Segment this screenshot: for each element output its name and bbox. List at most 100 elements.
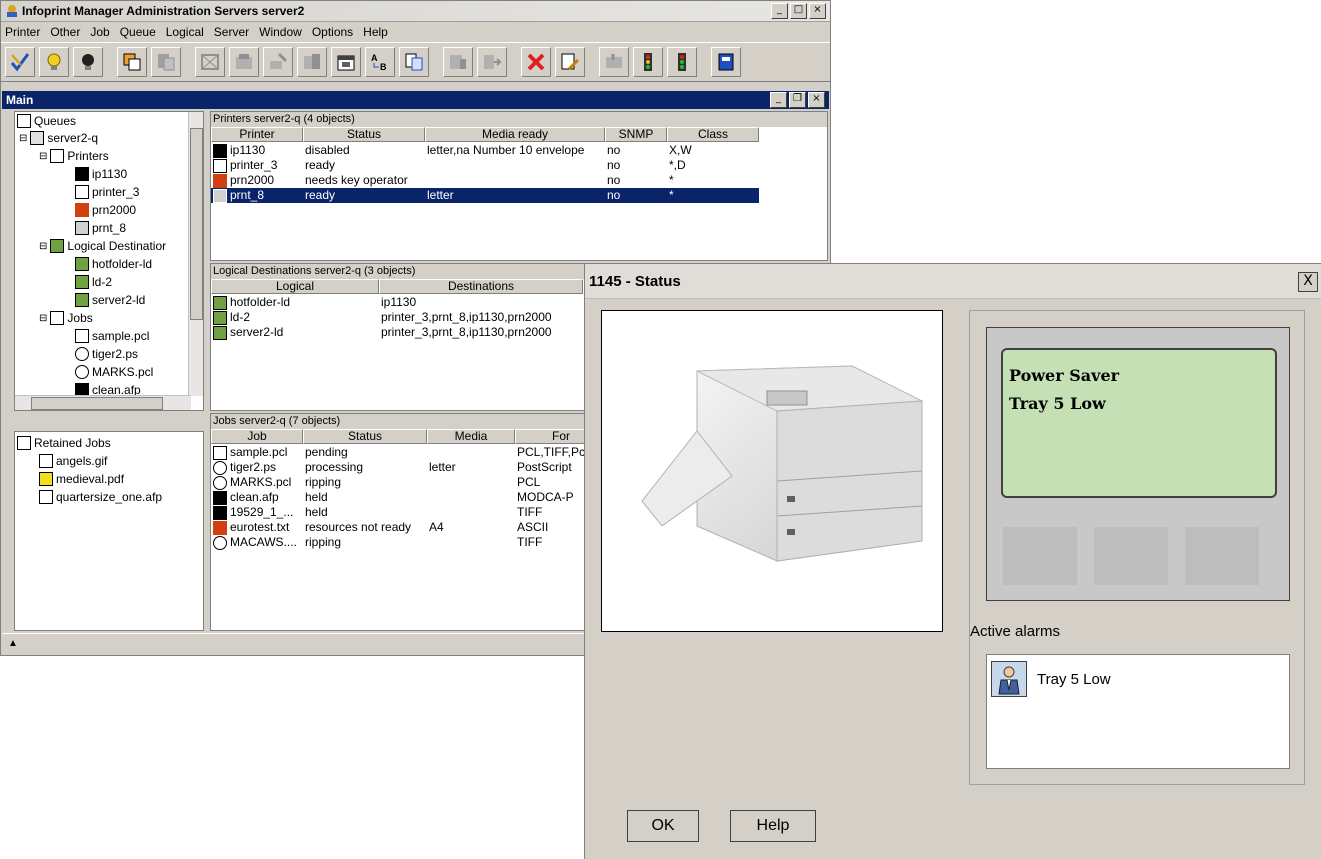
job-icon (39, 472, 53, 486)
ab-rename-icon[interactable]: AB (365, 47, 395, 77)
inner-minimize-button[interactable]: _ (770, 92, 787, 108)
traffic-light-icon[interactable] (667, 47, 697, 77)
column-header-logical[interactable]: Logical (211, 279, 379, 294)
tree-node-retained[interactable]: Retained Jobs (17, 436, 111, 450)
printers-pane: Printers server2-q (4 objects) Printer S… (210, 111, 828, 261)
tree-horizontal-scrollbar[interactable] (15, 395, 191, 410)
table-row[interactable]: MARKS.pcl ripping PCL (211, 475, 607, 490)
disabled-icon[interactable] (229, 47, 259, 77)
tree-node-printer[interactable]: prnt_8 (75, 221, 126, 235)
tree-node-printer[interactable]: prn2000 (75, 203, 136, 217)
job-processing-icon (213, 461, 227, 475)
disabled-icon[interactable] (477, 47, 507, 77)
maximize-button[interactable]: □ (790, 3, 807, 19)
help-button[interactable]: Help (730, 810, 816, 842)
delete-x-icon[interactable] (521, 47, 551, 77)
traffic-light-icon[interactable] (633, 47, 663, 77)
printer-icon (213, 159, 227, 173)
calendar-icon[interactable] (331, 47, 361, 77)
close-button[interactable]: × (809, 3, 826, 19)
tree-node-job[interactable]: tiger2.ps (75, 347, 138, 361)
column-header-class[interactable]: Class (667, 127, 759, 142)
table-row[interactable]: 19529_1_... held TIFF (211, 505, 607, 520)
menu-window[interactable]: Window (259, 25, 302, 39)
tree-node-jobs[interactable]: ⊟ Jobs (39, 311, 93, 325)
properties-icon[interactable] (555, 47, 585, 77)
disabled-icon[interactable] (263, 47, 293, 77)
tree-node-job[interactable]: MARKS.pcl (75, 365, 153, 379)
tree-node-job[interactable]: sample.pcl (75, 329, 149, 343)
column-header-printer[interactable]: Printer (211, 127, 303, 142)
menu-other[interactable]: Other (50, 25, 80, 39)
tree-node-logical-item[interactable]: ld-2 (75, 275, 112, 289)
tree-vertical-scrollbar[interactable] (188, 112, 203, 396)
panel-button[interactable] (1185, 527, 1259, 585)
tree-node-queues[interactable]: Queues (17, 114, 76, 128)
printer-illustration-icon (641, 365, 924, 562)
printers-pane-label: Printers server2-q (4 objects) (211, 112, 827, 127)
copy-icon[interactable] (117, 47, 147, 77)
panel-button[interactable] (1094, 527, 1168, 585)
menu-logical[interactable]: Logical (166, 25, 204, 39)
collapse-icon[interactable]: ⊟ (39, 241, 47, 252)
tree-node-logical-item[interactable]: hotfolder-ld (75, 257, 152, 271)
collapse-icon[interactable]: ⊟ (39, 151, 47, 162)
table-row[interactable]: prn2000 needs key operator no * (211, 173, 759, 188)
retained-job-item[interactable]: quartersize_one.afp (39, 490, 162, 504)
disabled-icon[interactable] (195, 47, 225, 77)
menu-queue[interactable]: Queue (120, 25, 156, 39)
table-row[interactable]: eurotest.txt resources not ready A4 ASCI… (211, 520, 607, 535)
svg-text:B: B (380, 62, 387, 72)
table-row-selected[interactable]: prnt_8 ready letter no * (211, 188, 759, 203)
menu-help[interactable]: Help (363, 25, 388, 39)
menu-printer[interactable]: Printer (5, 25, 40, 39)
inner-restore-button[interactable]: ❐ (789, 92, 806, 108)
column-header-media[interactable]: Media (427, 429, 515, 444)
book-icon[interactable] (711, 47, 741, 77)
table-row[interactable]: printer_3 ready no *,D (211, 158, 759, 173)
check-icon[interactable] (5, 47, 35, 77)
logical-destination-icon (50, 239, 65, 253)
dialog-close-button[interactable]: X (1298, 272, 1318, 292)
column-header-media-ready[interactable]: Media ready (425, 127, 605, 142)
tree-node-logical-item[interactable]: server2-ld (75, 293, 145, 307)
tree-node-printer[interactable]: printer_3 (75, 185, 139, 199)
column-header-destinations[interactable]: Destinations (379, 279, 583, 294)
retained-job-item[interactable]: angels.gif (39, 454, 107, 468)
panel-button[interactable] (1003, 527, 1077, 585)
table-row[interactable]: sample.pcl pending PCL,TIFF,Pc (211, 445, 607, 460)
menu-options[interactable]: Options (312, 25, 353, 39)
collapse-icon[interactable]: ⊟ (19, 133, 27, 144)
ok-button[interactable]: OK (627, 810, 699, 842)
lightbulb-off-icon[interactable] (73, 47, 103, 77)
inner-close-button[interactable]: × (808, 92, 825, 108)
queue-tree: Queues ⊟ server2-q ⊟ Printers ip1130 pri… (14, 111, 204, 411)
disabled-icon[interactable] (443, 47, 473, 77)
disabled-icon[interactable] (297, 47, 327, 77)
disabled-icon[interactable] (599, 47, 629, 77)
menu-job[interactable]: Job (90, 25, 109, 39)
table-row[interactable]: ld-2 printer_3,prnt_8,ip1130,prn2000 (211, 310, 583, 325)
table-row[interactable]: MACAWS.... ripping TIFF (211, 535, 607, 550)
tree-node-printers[interactable]: ⊟ Printers (39, 149, 109, 163)
column-header-status[interactable]: Status (303, 127, 425, 142)
tree-node-logical[interactable]: ⊟ Logical Destinatior (39, 239, 166, 253)
table-row[interactable]: ip1130 disabled letter,na Number 10 enve… (211, 143, 759, 158)
menu-server[interactable]: Server (214, 25, 249, 39)
tree-node-server[interactable]: ⊟ server2-q (19, 131, 98, 145)
table-row[interactable]: hotfolder-ld ip1130 (211, 295, 583, 310)
alarm-item[interactable]: Tray 5 Low (991, 661, 1111, 697)
collapse-icon[interactable]: ⊟ (39, 313, 47, 324)
column-header-status[interactable]: Status (303, 429, 427, 444)
table-row[interactable]: server2-ld printer_3,prnt_8,ip1130,prn20… (211, 325, 583, 340)
table-row[interactable]: clean.afp held MODCA-P (211, 490, 607, 505)
minimize-button[interactable]: _ (771, 3, 788, 19)
pages-icon[interactable] (399, 47, 429, 77)
lightbulb-on-icon[interactable] (39, 47, 69, 77)
table-row[interactable]: tiger2.ps processing letter PostScript (211, 460, 607, 475)
retained-job-item[interactable]: medieval.pdf (39, 472, 124, 486)
column-header-job[interactable]: Job (211, 429, 303, 444)
column-header-snmp[interactable]: SNMP (605, 127, 667, 142)
tree-node-printer[interactable]: ip1130 (75, 167, 127, 181)
paste-icon[interactable] (151, 47, 181, 77)
